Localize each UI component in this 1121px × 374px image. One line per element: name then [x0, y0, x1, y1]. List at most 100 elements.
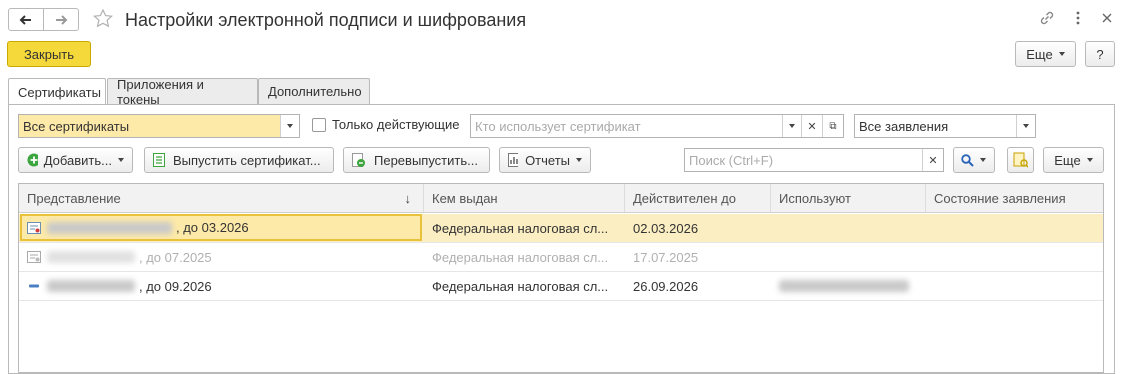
issue-certificate-label: Выпустить сертификат... — [173, 152, 321, 168]
reissue-label: Перевыпустить... — [374, 152, 478, 168]
certificate-icon — [27, 221, 41, 234]
column-header-used-by[interactable]: Используют — [771, 184, 926, 212]
close-button[interactable]: Закрыть — [7, 41, 91, 67]
certificate-icon — [27, 251, 41, 263]
add-button-label: Добавить... — [43, 152, 112, 168]
presentation-text: , до 03.2026 — [176, 220, 249, 235]
column-header-label: Используют — [779, 190, 851, 206]
cell-used-by — [771, 243, 926, 271]
cell-used-by — [771, 214, 926, 242]
back-button[interactable] — [8, 8, 44, 31]
cell-valid-until: 17.07.2025 — [633, 249, 699, 265]
applications-filter-value: Все заявления — [859, 118, 949, 134]
more-button-label: Еще — [1026, 46, 1053, 62]
reports-button[interactable]: Отчеты — [499, 147, 591, 173]
open-icon[interactable]: ⧉ — [822, 115, 843, 137]
plus-circle-icon — [27, 153, 38, 167]
document-search-icon — [1013, 152, 1028, 168]
find-document-button[interactable] — [1007, 147, 1034, 173]
column-header-label: Представление — [27, 190, 121, 206]
cell-state — [926, 214, 1103, 242]
chevron-down-icon — [980, 158, 986, 162]
cell-issuer: Федеральная налоговая сл... — [432, 249, 609, 265]
arrow-right-icon — [56, 14, 68, 25]
tab-certificates-label: Сертификаты — [18, 84, 101, 100]
help-button-label: ? — [1096, 46, 1104, 62]
presentation-text: , до 09.2026 — [139, 278, 212, 294]
cell-issuer: Федеральная налоговая сл... — [432, 220, 609, 236]
tab-apps-tokens-label: Приложения и токены — [117, 76, 204, 107]
cell-used-by — [771, 272, 926, 300]
user-filter-placeholder: Кто использует сертификат — [475, 118, 641, 134]
only-valid-checkbox[interactable] — [312, 118, 326, 132]
hidden-owner-name — [47, 280, 135, 292]
table-row[interactable]: , до 03.2026 Федеральная налоговая сл...… — [19, 214, 1103, 243]
favorite-star-icon[interactable] — [92, 8, 114, 30]
close-button-label: Закрыть — [23, 46, 75, 62]
table-row[interactable]: , до 09.2026 Федеральная налоговая сл...… — [19, 272, 1103, 301]
chevron-down-icon — [782, 115, 801, 137]
page-title: Настройки электронной подписи и шифрован… — [125, 10, 527, 30]
chevron-down-icon — [280, 115, 299, 137]
cell-presentation: , до 07.2025 — [19, 243, 424, 271]
table-more-label: Еще — [1054, 152, 1081, 168]
chevron-down-icon — [118, 158, 124, 162]
chevron-down-icon — [1058, 52, 1065, 56]
reissue-button[interactable]: Перевыпустить... — [343, 147, 490, 173]
reports-label: Отчеты — [525, 152, 570, 168]
more-vertical-icon[interactable] — [1072, 9, 1084, 27]
arrow-left-icon — [19, 14, 31, 25]
sort-down-icon: ↓ — [404, 190, 412, 206]
search-icon — [961, 153, 974, 167]
more-button[interactable]: Еще — [1015, 41, 1076, 67]
hidden-owner-name — [47, 251, 135, 263]
column-header-valid-until[interactable]: Действителен до — [625, 184, 771, 212]
clear-icon[interactable]: ✕ — [801, 115, 822, 137]
document-refresh-icon — [352, 153, 365, 167]
cell-state — [926, 243, 1103, 271]
column-header-label: Кем выдан — [432, 190, 498, 206]
report-icon — [508, 153, 519, 167]
add-button[interactable]: Добавить... — [18, 147, 133, 173]
column-header-issuer[interactable]: Кем выдан — [424, 184, 625, 212]
cell-presentation: , до 03.2026 — [20, 214, 422, 241]
help-button[interactable]: ? — [1085, 41, 1115, 67]
cell-presentation: , до 09.2026 — [19, 272, 424, 300]
column-header-presentation[interactable]: Представление ↓ — [19, 184, 424, 212]
tab-additional[interactable]: Дополнительно — [258, 78, 370, 104]
column-header-state[interactable]: Состояние заявления — [926, 184, 1103, 212]
chevron-down-icon — [576, 158, 582, 162]
search-input[interactable]: Поиск (Ctrl+F) ✕ — [684, 148, 944, 172]
chevron-down-icon — [1086, 158, 1093, 162]
clear-icon[interactable]: ✕ — [922, 149, 943, 171]
presentation-text: , до 07.2025 — [139, 249, 212, 265]
document-icon — [153, 153, 165, 167]
tab-additional-label: Дополнительно — [268, 84, 362, 99]
hidden-owner-name — [47, 221, 172, 234]
cell-state — [926, 272, 1103, 300]
table-row[interactable]: , до 07.2025 Федеральная налоговая сл...… — [19, 243, 1103, 272]
search-placeholder: Поиск (Ctrl+F) — [689, 152, 774, 168]
chevron-down-icon — [1016, 115, 1035, 137]
forward-button[interactable] — [43, 8, 79, 31]
cell-valid-until: 02.03.2026 — [633, 220, 699, 236]
column-header-label: Действителен до — [633, 190, 736, 206]
tab-certificates[interactable]: Сертификаты — [8, 78, 106, 105]
cell-issuer: Федеральная налоговая сл... — [432, 278, 609, 294]
link-icon[interactable] — [1038, 9, 1056, 27]
only-valid-label: Только действующие — [332, 117, 460, 132]
certificates-filter-value: Все сертификаты — [23, 118, 130, 134]
applications-filter-select[interactable]: Все заявления — [854, 114, 1036, 138]
column-header-label: Состояние заявления — [934, 190, 1066, 206]
close-icon[interactable] — [1100, 11, 1114, 25]
cell-valid-until: 26.09.2026 — [633, 278, 699, 294]
token-icon — [29, 284, 39, 288]
hidden-user-name — [779, 280, 909, 292]
issue-certificate-button[interactable]: Выпустить сертификат... — [144, 147, 334, 173]
certificates-filter-select[interactable]: Все сертификаты — [18, 114, 300, 138]
user-filter-input[interactable]: Кто использует сертификат ✕ ⧉ — [470, 114, 844, 138]
header-divider — [19, 212, 1103, 213]
table-more-button[interactable]: Еще — [1043, 147, 1104, 173]
search-button[interactable] — [953, 147, 995, 173]
tab-apps-tokens[interactable]: Приложения и токены — [107, 76, 258, 107]
